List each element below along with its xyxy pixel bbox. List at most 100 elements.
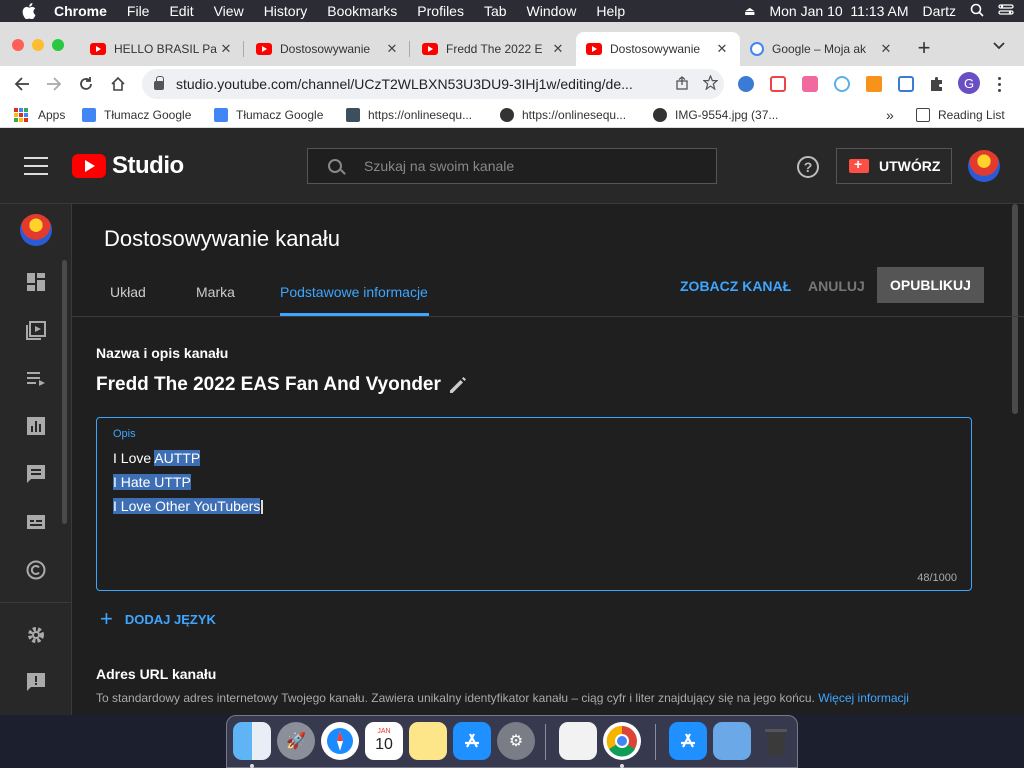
description-text[interactable]: I Love AUTTP I Hate UTTP I Love Other Yo… bbox=[113, 446, 264, 518]
tab-close-icon[interactable]: ✕ bbox=[878, 41, 894, 57]
comments-icon[interactable] bbox=[24, 462, 48, 486]
new-tab-button[interactable]: + bbox=[912, 35, 936, 60]
menu-file[interactable]: File bbox=[127, 3, 150, 19]
safari-icon[interactable] bbox=[321, 722, 359, 760]
bookmarks-overflow-button[interactable]: » bbox=[886, 102, 894, 128]
target-extension-icon[interactable] bbox=[834, 76, 850, 92]
camera-extension-icon[interactable] bbox=[898, 76, 914, 92]
tab-close-icon[interactable]: ✕ bbox=[384, 41, 400, 57]
back-arrow-icon[interactable] bbox=[10, 72, 34, 96]
address-url[interactable]: studio.youtube.com/channel/UCzT2WLBXN53U… bbox=[176, 76, 668, 92]
spotlight-icon[interactable] bbox=[970, 3, 984, 20]
browser-tab-5[interactable]: Google – Moja ak ✕ bbox=[740, 32, 904, 66]
learn-more-link[interactable]: Więcej informacji bbox=[818, 691, 909, 705]
tab-title: HELLO BRASIL Pa bbox=[114, 42, 217, 56]
reading-list-button[interactable]: Reading List bbox=[916, 102, 1005, 128]
view-channel-button[interactable]: ZOBACZ KANAŁ bbox=[680, 278, 791, 294]
address-bar[interactable]: studio.youtube.com/channel/UCzT2WLBXN53U… bbox=[142, 69, 724, 99]
chrome-menu-icon[interactable] bbox=[996, 75, 1002, 93]
window-close-button[interactable] bbox=[12, 39, 24, 51]
apps-bookmark[interactable]: Apps bbox=[14, 102, 65, 128]
menu-app-name[interactable]: Chrome bbox=[54, 3, 107, 19]
apple-menu-icon[interactable] bbox=[18, 0, 40, 22]
tab-search-chevron-icon[interactable] bbox=[992, 38, 1012, 58]
subtitles-icon[interactable] bbox=[24, 510, 48, 534]
channel-avatar[interactable] bbox=[20, 214, 52, 246]
screen-record-extension-icon[interactable] bbox=[770, 76, 786, 92]
app-store-icon[interactable] bbox=[453, 722, 491, 760]
studio-left-rail bbox=[0, 204, 72, 715]
control-center-icon[interactable] bbox=[998, 3, 1014, 20]
cancel-button[interactable]: ANULUJ bbox=[808, 278, 865, 294]
create-button[interactable]: UTWÓRZ bbox=[836, 148, 952, 184]
system-preferences-icon[interactable]: ⚙ bbox=[497, 722, 535, 760]
tab-branding[interactable]: Marka bbox=[196, 284, 235, 300]
copyright-icon[interactable] bbox=[24, 558, 48, 582]
downloads-folder-icon[interactable] bbox=[713, 722, 751, 760]
launchpad-icon[interactable]: 🚀 bbox=[277, 722, 315, 760]
hamburger-menu-icon[interactable] bbox=[24, 157, 48, 175]
analytics-icon[interactable] bbox=[24, 414, 48, 438]
extensions-puzzle-icon[interactable] bbox=[928, 75, 946, 93]
bookmark-translate-1[interactable]: Tłumacz Google bbox=[82, 102, 191, 128]
add-language-button[interactable]: + DODAJ JĘZYK bbox=[100, 608, 216, 630]
youtube-studio-logo[interactable]: Studio bbox=[72, 152, 184, 180]
vlc-extension-icon[interactable] bbox=[866, 76, 882, 92]
browser-tab-1[interactable]: HELLO BRASIL Pa ✕ bbox=[80, 32, 244, 66]
menubar-datetime[interactable]: Mon Jan 10 11:13 AM bbox=[769, 3, 908, 19]
publish-button[interactable]: OPUBLIKUJ bbox=[877, 267, 984, 303]
textedit-icon[interactable] bbox=[559, 722, 597, 760]
lock-icon[interactable] bbox=[154, 76, 164, 90]
main-scrollbar[interactable] bbox=[1012, 204, 1018, 414]
share-icon[interactable] bbox=[668, 75, 696, 93]
reload-icon[interactable] bbox=[74, 72, 98, 96]
forward-arrow-icon[interactable] bbox=[42, 72, 66, 96]
calendar-icon[interactable]: JAN 10 bbox=[365, 722, 403, 760]
play-extension-icon[interactable] bbox=[802, 76, 818, 92]
menu-history[interactable]: History bbox=[264, 3, 308, 19]
trash-icon[interactable] bbox=[757, 722, 795, 760]
tab-close-icon[interactable]: ✕ bbox=[218, 41, 234, 57]
content-icon[interactable] bbox=[24, 318, 48, 342]
tab-basic-info[interactable]: Podstawowe informacje bbox=[280, 284, 428, 300]
finder-icon[interactable] bbox=[233, 722, 271, 760]
browser-tab-active[interactable]: Dostosowywanie ✕ bbox=[576, 32, 740, 66]
rail-scrollbar[interactable] bbox=[62, 260, 67, 524]
window-minimize-button[interactable] bbox=[32, 39, 44, 51]
menu-edit[interactable]: Edit bbox=[169, 3, 193, 19]
home-icon[interactable] bbox=[106, 72, 130, 96]
menu-view[interactable]: View bbox=[214, 3, 244, 19]
menu-profiles[interactable]: Profiles bbox=[417, 3, 464, 19]
browser-tab-2[interactable]: Dostosowywanie ✕ bbox=[246, 32, 410, 66]
menu-bookmarks[interactable]: Bookmarks bbox=[327, 3, 397, 19]
eject-icon[interactable]: ⏏ bbox=[744, 4, 755, 18]
help-icon[interactable]: ? bbox=[797, 156, 819, 178]
applications-folder-icon[interactable] bbox=[669, 722, 707, 760]
extension-blue-icon[interactable] bbox=[738, 76, 754, 92]
settings-gear-icon[interactable] bbox=[24, 623, 48, 647]
chrome-profile-avatar[interactable]: G bbox=[958, 72, 980, 94]
bookmark-translate-2[interactable]: Tłumacz Google bbox=[214, 102, 323, 128]
notes-icon[interactable] bbox=[409, 722, 447, 760]
playlists-icon[interactable] bbox=[24, 366, 48, 390]
edit-pencil-icon[interactable] bbox=[448, 375, 468, 395]
menu-help[interactable]: Help bbox=[596, 3, 625, 19]
window-zoom-button[interactable] bbox=[52, 39, 64, 51]
menu-window[interactable]: Window bbox=[527, 3, 577, 19]
account-avatar[interactable] bbox=[968, 150, 1000, 182]
chrome-icon[interactable] bbox=[603, 722, 641, 760]
tab-layout[interactable]: Układ bbox=[110, 284, 146, 300]
menu-tab[interactable]: Tab bbox=[484, 3, 507, 19]
tab-close-icon[interactable]: ✕ bbox=[714, 41, 730, 57]
bookmark-star-icon[interactable] bbox=[696, 74, 724, 93]
bookmark-onlinesequencer-2[interactable]: https://onlinesequ... bbox=[500, 102, 626, 128]
feedback-icon[interactable] bbox=[24, 670, 48, 694]
channel-search-input[interactable]: Szukaj na swoim kanale bbox=[307, 148, 717, 184]
bookmark-img-9554[interactable]: IMG-9554.jpg (37... bbox=[653, 102, 778, 128]
tab-close-icon[interactable]: ✕ bbox=[550, 41, 566, 57]
menubar-user[interactable]: Dartz bbox=[923, 3, 956, 19]
bookmark-onlinesequencer-1[interactable]: https://onlinesequ... bbox=[346, 102, 472, 128]
browser-tab-3[interactable]: Fredd The 2022 E ✕ bbox=[412, 32, 576, 66]
description-textarea[interactable]: Opis I Love AUTTP I Hate UTTP I Love Oth… bbox=[96, 417, 972, 591]
dashboard-icon[interactable] bbox=[24, 270, 48, 294]
